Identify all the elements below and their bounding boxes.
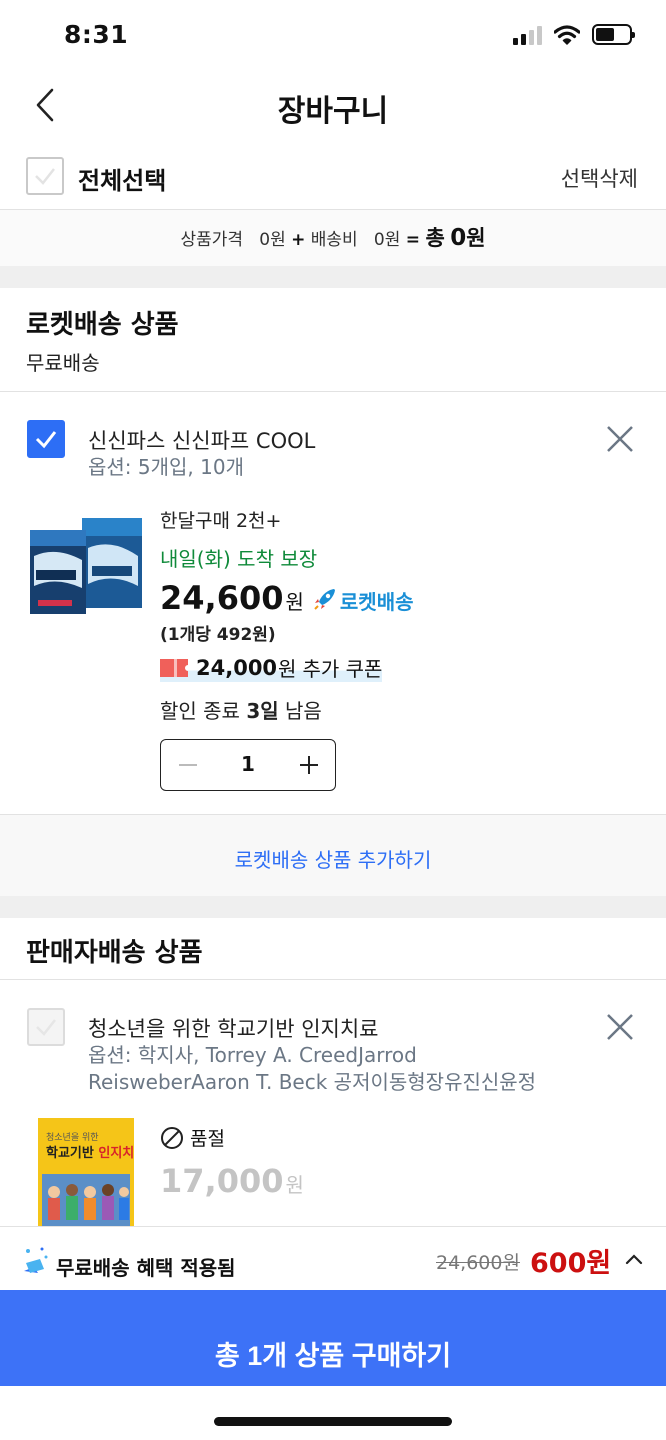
wifi-icon	[554, 24, 580, 45]
purchase-button[interactable]: 총 1개 상품 구매하기	[0, 1290, 666, 1386]
price-summary: 상품가격 0원 + 배송비 0원 = 총 0원	[0, 210, 666, 266]
total-label: 총	[425, 226, 445, 250]
increase-quantity-button[interactable]	[297, 751, 321, 779]
coupon-amount: 24,000	[196, 655, 278, 680]
coupon-won: 원	[278, 657, 297, 681]
seller-section-header: 판매자배송 상품	[0, 918, 666, 980]
price-line: 17,000 원	[160, 1162, 304, 1200]
arrival-guarantee: 내일(화) 도착 보장	[160, 547, 318, 571]
check-icon	[35, 431, 57, 449]
delete-selected-button[interactable]: 선택삭제	[561, 163, 638, 193]
book-cover-illustration	[42, 1174, 130, 1226]
coupon-text: 추가 쿠폰	[302, 657, 383, 681]
sold-out-line: 품절	[160, 1124, 225, 1151]
item-price: 24,600	[160, 579, 284, 617]
discount-suffix: 남음	[285, 699, 322, 723]
quantity-stepper: 1	[160, 739, 336, 791]
book-cover-title-accent: 인지치료	[98, 1146, 134, 1161]
product-image[interactable]: 청소년을 위한 학교기반 인지치료	[38, 1118, 134, 1226]
check-icon	[36, 1019, 56, 1036]
page-title: 장바구니	[277, 94, 389, 129]
chevron-up-icon[interactable]	[624, 1249, 644, 1269]
close-icon	[607, 1014, 633, 1040]
monthly-purchase: 한달구매 2천+	[160, 510, 282, 532]
cart-item-rocket: 신신파스 신신파프 COOL 옵션: 5개입, 10개 한달구매 2천+ 내일(…	[0, 393, 666, 814]
original-price: 24,600원	[436, 1252, 520, 1274]
product-price-label: 상품가격	[180, 230, 244, 250]
product-image[interactable]	[26, 508, 144, 618]
discount-days: 3일	[246, 699, 279, 723]
status-bar: 8:31	[0, 0, 666, 70]
price-line: 24,600 원 로켓배송	[160, 579, 414, 617]
discount-countdown: 할인 종료 3일 남음	[160, 695, 322, 724]
remove-item-button[interactable]	[604, 423, 636, 455]
item-price-unit: 원	[285, 1173, 304, 1197]
plus-icon	[300, 756, 318, 774]
add-rocket-items-button[interactable]: 로켓배송 상품 추가하기	[0, 814, 666, 896]
prohibited-icon	[161, 1126, 183, 1149]
shipping-label: 배송비	[310, 230, 358, 250]
item-checkbox[interactable]	[27, 420, 65, 458]
nav-header: 장바구니	[0, 70, 666, 142]
home-indicator[interactable]	[214, 1417, 452, 1426]
rocket-icon	[314, 589, 335, 610]
section-divider	[0, 266, 666, 288]
discount-prefix: 할인 종료	[160, 699, 240, 723]
equals-sign: =	[405, 230, 421, 250]
book-cover-title-main: 학교기반	[46, 1146, 94, 1161]
checkout-summary-bar[interactable]: 무료배송 혜택 적용됨 24,600원 600원	[0, 1226, 666, 1290]
sold-out-label: 품절	[190, 1128, 225, 1150]
unit-price: (1개당 492원)	[160, 625, 276, 645]
item-checkbox-disabled[interactable]	[27, 1008, 65, 1046]
rocket-section-title: 로켓배송 상품	[26, 310, 179, 340]
status-time: 8:31	[64, 20, 129, 49]
select-all-label[interactable]: 전체선택	[78, 161, 166, 196]
rocket-delivery-badge: 로켓배송	[339, 590, 414, 614]
item-option: 옵션: 학지사, Torrey A. CreedJarrod Reisweber…	[88, 1043, 537, 1094]
check-icon	[35, 168, 55, 185]
status-icons	[513, 24, 635, 45]
item-name[interactable]: 청소년을 위한 학교기반 인지치료	[88, 1013, 379, 1043]
select-all-checkbox[interactable]	[26, 157, 64, 195]
select-bar: 전체선택 선택삭제	[0, 148, 666, 210]
book-cover-title: 학교기반 인지치료	[46, 1142, 134, 1161]
product-price-value: 0원	[259, 230, 286, 250]
rocket-section-header: 로켓배송 상품 무료배송	[0, 288, 666, 392]
final-price: 600원	[530, 1248, 612, 1279]
cart-item-seller: 청소년을 위한 학교기반 인지치료 옵션: 학지사, Torrey A. Cre…	[0, 981, 666, 1226]
item-price: 17,000	[160, 1162, 284, 1200]
remove-item-button[interactable]	[604, 1011, 636, 1043]
pain-patch-box-image	[30, 518, 142, 614]
coupon-icon	[160, 658, 188, 677]
total-value: 0	[450, 225, 467, 251]
free-shipping-benefit: 무료배송 혜택 적용됨	[56, 1256, 236, 1280]
item-details: 품절 17,000 원	[160, 1124, 640, 1224]
battery-icon	[592, 24, 635, 45]
coupon-line[interactable]: 24,000 원 추가 쿠폰	[160, 653, 383, 682]
item-price-unit: 원	[285, 590, 304, 614]
total-won: 원	[466, 226, 486, 250]
sparkle-icon	[24, 1247, 48, 1273]
item-name[interactable]: 신신파스 신신파프 COOL	[88, 425, 315, 455]
item-option: 옵션: 5개입, 10개	[88, 455, 244, 479]
rocket-section-subtitle: 무료배송	[26, 351, 100, 375]
section-divider	[0, 896, 666, 918]
seller-section-title: 판매자배송 상품	[26, 938, 203, 968]
shipping-value: 0원	[373, 230, 401, 250]
close-icon	[607, 426, 633, 452]
cellular-signal-icon	[513, 25, 542, 45]
plus-sign: +	[291, 230, 306, 250]
